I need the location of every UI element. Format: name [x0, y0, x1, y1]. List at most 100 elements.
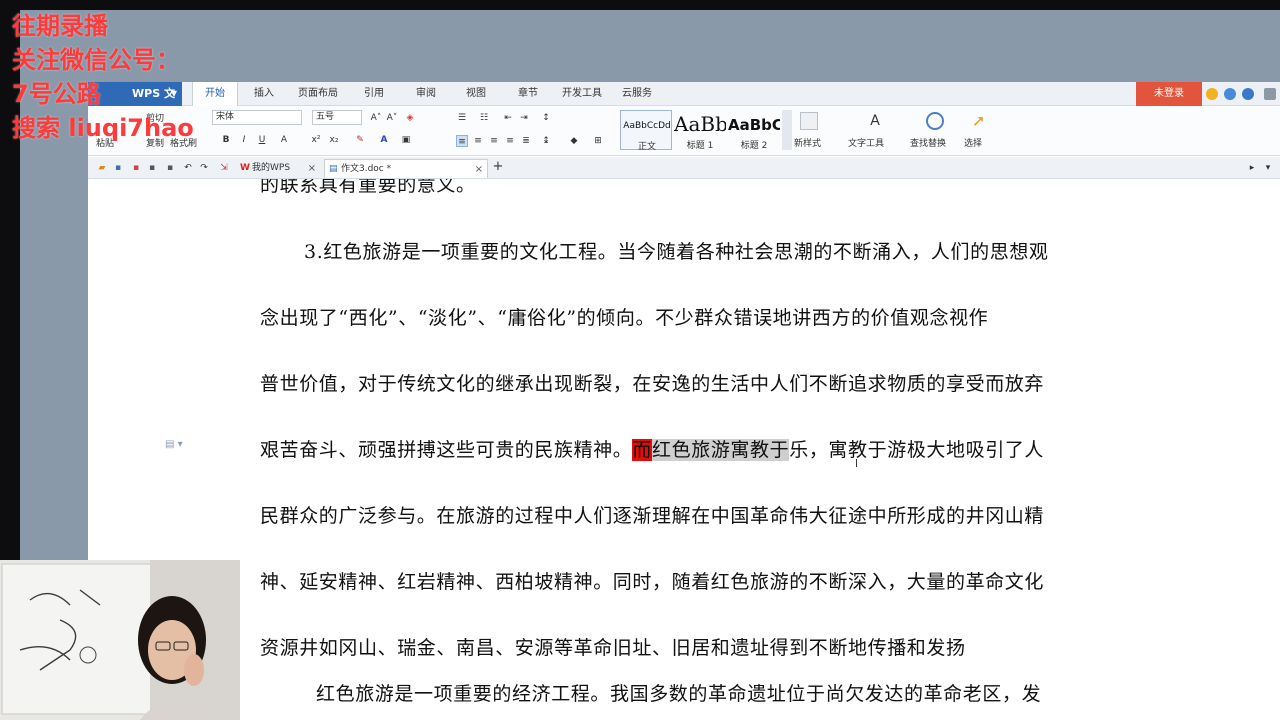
text-line-4-start: 艰苦奋斗、顽强拼搏这些可贵的民族精神。 [260, 439, 633, 461]
style-heading-2[interactable]: AaBbC 标题 2 [728, 110, 780, 151]
text-tools-icon: A [870, 113, 880, 129]
find-replace-button[interactable]: 查找替换 [910, 136, 946, 149]
tab-view[interactable]: 视图 [466, 82, 486, 106]
shirt-icon[interactable] [1224, 88, 1236, 100]
redo-icon[interactable]: ↷ [198, 162, 210, 174]
font-name-select[interactable]: 宋体 [212, 110, 302, 125]
wps-logo-icon: W [240, 163, 250, 173]
app-menu-button[interactable]: WPS 文字 ▼ [88, 82, 182, 124]
numbering-icon[interactable]: ☷ [478, 112, 490, 124]
bullets-icon[interactable]: ☰ [456, 112, 468, 124]
font-color-icon[interactable]: A [378, 134, 390, 146]
tab-my-wps-label: 我的WPS [252, 163, 291, 173]
new-style-button[interactable]: 新样式 [794, 136, 821, 149]
open-icon[interactable]: ▰ [96, 162, 108, 174]
save-icon[interactable]: ▪ [112, 162, 124, 174]
menu-bar: WPS 文字 ▼ 开始 插入 页面布局 引用 审阅 视图 章节 开发工具 云服务… [88, 82, 1280, 124]
tab-menu-icon[interactable]: ▾ [1262, 162, 1274, 174]
tab-cloud[interactable]: 云服务 [622, 82, 652, 106]
tab-document-label: 作文3.doc * [341, 164, 392, 174]
underline-icon[interactable]: U [256, 134, 268, 146]
bold-icon[interactable]: B [220, 134, 232, 146]
tab-chapter[interactable]: 章节 [518, 82, 538, 106]
justify-icon[interactable]: ≡ [504, 135, 516, 147]
help-icon[interactable] [1242, 88, 1254, 100]
skin-icon[interactable] [1206, 88, 1218, 100]
sort-icon[interactable]: ↕ [540, 112, 552, 124]
select-button[interactable]: 选择 [964, 136, 982, 149]
highlight-color-icon[interactable]: ✎ [354, 134, 366, 146]
style-heading-1[interactable]: AaBb 标题 1 [674, 110, 726, 151]
styles-scroll[interactable] [782, 110, 792, 150]
align-left-icon[interactable]: ≡ [456, 135, 468, 147]
style-heading-1-label: 标题 1 [686, 141, 714, 151]
text-line-partial: 的联系具有重要的意义。 [260, 179, 476, 196]
overlay-line-3: 7号公路 [12, 80, 101, 108]
decrease-indent-icon[interactable]: ⇤ [502, 112, 514, 124]
text-line-3: 普世价值，对于传统文化的继承出现断裂，在安逸的生活中人们不断追求物质的享受而放弃 [260, 373, 1045, 395]
webcam-image [0, 560, 240, 720]
new-tab-icon[interactable]: + [492, 160, 504, 173]
tab-document[interactable]: ▤ 作文3.doc * × [324, 159, 488, 178]
export-pdf-icon[interactable]: ▪ [130, 162, 142, 174]
text-line-4-end: 乐，寓教于游极大地吸引了人 [789, 439, 1045, 461]
style-heading-2-label: 标题 2 [740, 141, 768, 151]
chevron-down-icon: ▼ [170, 89, 177, 98]
text-line-1: 3.红色旅游是一项重要的文化工程。当今随着各种社会思潮的不断涌入，人们的思想观 [304, 241, 1049, 263]
increase-indent-icon[interactable]: ⇥ [518, 112, 530, 124]
subscript-icon[interactable]: x₂ [328, 134, 340, 146]
tab-insert[interactable]: 插入 [254, 82, 274, 106]
shrink-font-icon[interactable]: A˅ [386, 112, 398, 124]
style-normal[interactable]: AaBbCcDd 正文 [620, 110, 672, 152]
strikethrough-icon[interactable]: A [278, 134, 290, 146]
distribute-icon[interactable]: ≣ [520, 135, 532, 147]
text-line-4: 艰苦奋斗、顽强拼搏这些可贵的民族精神。而红色旅游寓教于乐，寓教于游极大地吸引了人 [260, 435, 1044, 462]
text-cursor [856, 459, 857, 467]
close-icon[interactable]: × [475, 160, 483, 179]
new-style-icon [800, 112, 818, 130]
shading-icon[interactable]: ◆ [568, 135, 580, 147]
document-tab-bar: ▰ ▪ ▪ ▪ ▪ ↶ ↷ ⇲ W 我的WPS × ▤ 作文3.doc * × … [88, 157, 1280, 179]
font-size-select[interactable]: 五号 [312, 110, 362, 125]
clear-format-icon[interactable]: ◈ [404, 112, 416, 124]
style-heading-1-sample: AaBb [674, 112, 726, 136]
tab-page-layout[interactable]: 页面布局 [298, 82, 338, 106]
italic-icon[interactable]: I [238, 134, 250, 146]
tab-review[interactable]: 审阅 [416, 82, 436, 106]
find-replace-icon [926, 112, 944, 130]
text-line-2: 念出现了“西化”、“淡化”、“庸俗化”的倾向。不少群众错误地讲西方的价值观念视作 [260, 307, 989, 329]
document-page[interactable]: 的联系具有重要的意义。 3.红色旅游是一项重要的文化工程。当今随着各种社会思潮的… [88, 179, 1280, 720]
login-button[interactable]: 未登录 [1136, 82, 1202, 106]
tab-my-wps[interactable]: W 我的WPS × [236, 159, 320, 178]
ribbon-toolbar: 剪切 粘贴 复制 格式刷 宋体 五号 A˄ A˅ ◈ B I U A x² x₂… [88, 106, 1280, 156]
style-heading-2-sample: AaBbC [728, 116, 780, 134]
char-shading-icon[interactable]: ▣ [400, 134, 412, 146]
align-center-icon[interactable]: ≡ [472, 135, 484, 147]
overlay-line-1: 往期录播 [12, 12, 108, 40]
tab-references[interactable]: 引用 [364, 82, 384, 106]
print-preview-icon[interactable]: ▪ [164, 162, 176, 174]
close-icon[interactable]: × [308, 159, 316, 178]
wps-writer-window: WPS 文字 ▼ 开始 插入 页面布局 引用 审阅 视图 章节 开发工具 云服务… [88, 82, 1280, 720]
overlay-line-4: 搜索 liuqi7hao [12, 114, 194, 142]
paragraph-options-icon[interactable]: ▤ ▾ [165, 439, 183, 450]
text-tools-button[interactable]: 文字工具 [848, 136, 884, 149]
borders-icon[interactable]: ⊞ [592, 135, 604, 147]
customize-icon[interactable]: ⇲ [218, 162, 230, 174]
tab-home[interactable]: 开始 [192, 82, 238, 106]
document-icon: ▤ [329, 164, 338, 174]
highlighted-char: 而 [632, 439, 653, 461]
tab-developer[interactable]: 开发工具 [562, 82, 602, 106]
grow-font-icon[interactable]: A˄ [370, 112, 382, 124]
selected-text: 红色旅游寓教于 [652, 439, 790, 461]
print-icon[interactable]: ▪ [146, 162, 158, 174]
align-right-icon[interactable]: ≡ [488, 135, 500, 147]
superscript-icon[interactable]: x² [310, 134, 322, 146]
overlay-line-2: 关注微信公号： [12, 46, 180, 74]
line-spacing-icon[interactable]: ↨ [540, 135, 552, 147]
tab-list-icon[interactable]: ▸ [1246, 162, 1258, 174]
undo-icon[interactable]: ↶ [182, 162, 194, 174]
window-control-icon[interactable] [1264, 88, 1276, 100]
style-normal-sample: AaBbCcDd [623, 121, 671, 131]
text-line-8: 红色旅游是一项重要的经济工程。我国多数的革命遗址位于尚欠发达的革命老区，发 [316, 683, 1042, 705]
